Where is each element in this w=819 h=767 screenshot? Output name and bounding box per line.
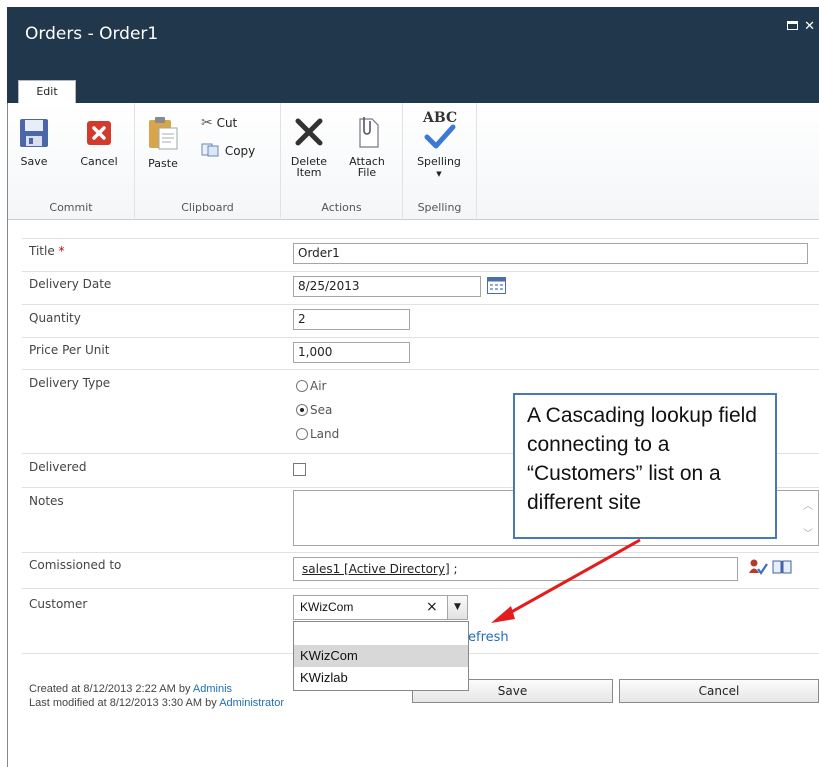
ribbon-group-actions: Delete Item Attach File Actions <box>281 103 403 218</box>
spelling-dropdown-arrow-icon[interactable]: ▼ <box>436 170 441 178</box>
row-divider <box>22 588 819 589</box>
address-book-icon[interactable] <box>772 559 792 578</box>
cancel-ribbon-button[interactable]: Cancel <box>76 117 122 167</box>
paste-label: Paste <box>148 157 178 170</box>
customer-label: Customer <box>29 597 88 611</box>
ribbon-group-label-commit: Commit <box>49 201 93 214</box>
cut-label: Cut <box>216 116 238 130</box>
delivery-date-label: Delivery Date <box>29 277 112 291</box>
cancel-icon <box>76 117 122 151</box>
ribbon-group-label-clipboard: Clipboard <box>181 201 234 214</box>
ribbon-group-commit: Save Cancel Commit <box>8 103 135 218</box>
comissioned-to-people-picker[interactable]: sales1 [Active Directory] ; <box>293 557 738 581</box>
delivery-type-label: Delivery Type <box>29 376 111 390</box>
clear-icon[interactable]: × <box>426 599 438 615</box>
radio-air[interactable]: Air <box>296 379 326 393</box>
copy-label: Copy <box>224 144 256 158</box>
quantity-input[interactable]: 2 <box>293 309 410 330</box>
cancel-ribbon-label: Cancel <box>80 155 118 168</box>
delete-label-line2: Item <box>296 166 322 179</box>
radio-circle-selected-icon <box>296 404 308 416</box>
radio-land[interactable]: Land <box>296 427 339 441</box>
attach-label-line2: File <box>357 166 377 179</box>
calendar-icon[interactable] <box>487 277 506 297</box>
title-label: Title * <box>29 244 65 258</box>
radio-circle-icon <box>296 428 308 440</box>
notes-label: Notes <box>29 494 64 508</box>
quantity-label: Quantity <box>29 311 81 325</box>
price-per-unit-label: Price Per Unit <box>29 343 110 357</box>
radio-sea[interactable]: Sea <box>296 403 332 417</box>
annotation-callout: A Cascading lookup field connecting to a… <box>513 393 777 539</box>
modified-by-link[interactable]: Administrator <box>219 697 284 709</box>
tab-edit[interactable]: Edit <box>18 80 76 104</box>
spelling-label: Spelling <box>417 155 461 168</box>
cut-button[interactable]: ✂ Cut <box>201 115 237 131</box>
scroll-down-icon[interactable]: ﹀ <box>803 525 813 540</box>
maximize-icon[interactable] <box>787 21 799 30</box>
delete-item-button[interactable]: Delete Item <box>287 115 331 178</box>
spell-check-icon: ABC <box>419 111 459 151</box>
dropdown-option-kwizcom[interactable]: KWizCom <box>294 645 468 667</box>
created-by-link[interactable]: Adminis <box>193 683 232 695</box>
title-input[interactable]: Order1 <box>293 243 808 264</box>
title-label-text: Title <box>29 244 55 258</box>
created-info: Created at 8/12/2013 2:22 AM by Adminis <box>29 683 232 695</box>
dropdown-arrow-icon[interactable]: ▼ <box>447 596 467 619</box>
row-divider <box>22 369 819 370</box>
row-divider <box>22 238 819 239</box>
save-ribbon-button[interactable]: Save <box>16 117 52 167</box>
ribbon-group-clipboard: Paste ✂ Cut Copy Clipboard <box>135 103 281 218</box>
save-icon <box>16 117 52 151</box>
attach-file-button[interactable]: Attach File <box>343 115 391 178</box>
row-divider <box>22 271 819 272</box>
ribbon-group-label-spelling: Spelling <box>417 201 462 214</box>
user-separator: ; <box>449 562 458 576</box>
delivery-date-input[interactable]: 8/25/2013 <box>293 276 481 297</box>
comissioned-to-label: Comissioned to <box>29 558 122 572</box>
dropdown-option-kwizlab[interactable]: KWizlab <box>294 667 468 689</box>
copy-icon <box>201 143 221 160</box>
scroll-up-icon[interactable]: ︿ <box>803 497 813 512</box>
radio-land-label: Land <box>310 427 340 441</box>
row-divider <box>22 304 819 305</box>
copy-button[interactable]: Copy <box>201 143 255 160</box>
scissors-icon: ✂ <box>201 115 213 131</box>
delete-icon <box>287 115 331 151</box>
dialog-title: Orders - Order1 <box>25 24 159 44</box>
ribbon-group-label-actions: Actions <box>321 201 362 214</box>
delivered-checkbox[interactable] <box>293 463 306 476</box>
spelling-button[interactable]: ABC Spelling ▼ <box>409 111 469 180</box>
created-text: Created at 8/12/2013 2:22 AM by <box>29 683 193 695</box>
refresh-link[interactable]: efresh <box>468 630 509 645</box>
customer-combobox[interactable]: KWizCom × ▼ <box>293 595 468 620</box>
paste-icon <box>143 115 183 153</box>
ribbon: Save Cancel Commit Paste ✂ Cut Copy Clip… <box>8 103 819 220</box>
row-divider <box>22 337 819 338</box>
notes-scrollbar[interactable]: ︿ ﹀ <box>800 491 818 545</box>
radio-circle-icon <box>296 380 308 392</box>
radio-air-label: Air <box>310 379 327 393</box>
save-ribbon-label: Save <box>20 155 48 168</box>
delivered-label: Delivered <box>29 460 87 474</box>
dropdown-option-empty[interactable] <box>294 624 468 646</box>
required-mark: * <box>58 244 65 258</box>
modified-info: Last modified at 8/12/2013 3:30 AM by Ad… <box>29 697 284 709</box>
cancel-button[interactable]: Cancel <box>619 679 819 703</box>
paperclip-icon <box>343 115 391 151</box>
dialog-titlebar: Orders - Order1 ✕ <box>7 7 819 103</box>
ribbon-group-spelling: ABC Spelling ▼ Spelling <box>403 103 477 218</box>
price-per-unit-input[interactable]: 1,000 <box>293 342 410 363</box>
customer-dropdown-list: KWizCom KWizlab <box>293 621 469 691</box>
resolved-user[interactable]: sales1 [Active Directory] <box>302 562 450 576</box>
check-names-icon[interactable] <box>748 558 768 579</box>
window-controls: ✕ <box>781 19 815 34</box>
customer-selected-value: KWizCom <box>300 600 354 614</box>
modified-text: Last modified at 8/12/2013 3:30 AM by <box>29 697 220 709</box>
radio-sea-label: Sea <box>310 403 333 417</box>
row-divider <box>22 552 819 553</box>
close-icon[interactable]: ✕ <box>804 19 815 34</box>
paste-button[interactable]: Paste <box>143 115 183 169</box>
